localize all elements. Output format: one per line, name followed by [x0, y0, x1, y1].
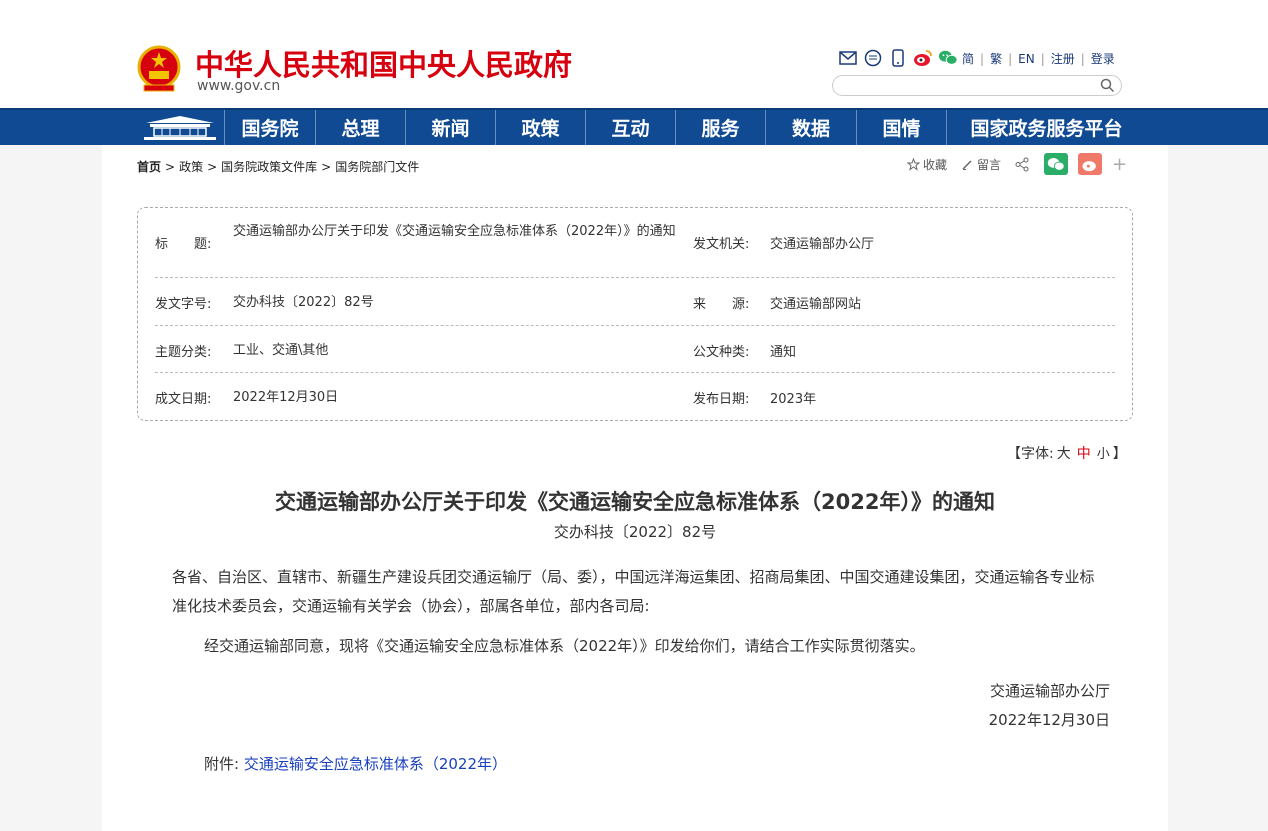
- info-row-topic: 主题分类: 工业、交通\其他 公文种类: 通知: [155, 326, 1115, 373]
- site-header: 中华人民共和国中央人民政府 www.gov.cn 简 | 繁 | EN | 注册…: [0, 0, 1268, 108]
- mail-icon[interactable]: [838, 48, 858, 68]
- nav-item-state-council[interactable]: 国务院: [224, 110, 315, 145]
- breadcrumb-policy[interactable]: 政策: [179, 160, 203, 174]
- lang-simplified-link[interactable]: 简: [962, 50, 974, 67]
- document-title: 交通运输部办公厅关于印发《交通运输安全应急标准体系（2022年）》的通知: [275, 490, 995, 514]
- more-share-icon[interactable]: +: [1112, 154, 1127, 175]
- source-value: 交通运输部网站: [770, 297, 862, 312]
- share-wechat-button[interactable]: [1044, 153, 1069, 175]
- share-weibo-button[interactable]: [1078, 153, 1103, 175]
- favorite-button[interactable]: 收藏: [907, 156, 947, 173]
- published-value: 2023年: [770, 392, 817, 407]
- info-row-docno: 发文字号: 交办科技〔2022〕82号 来 源: 交通运输部网站: [155, 278, 1115, 326]
- wechat-icon[interactable]: [938, 48, 958, 68]
- mobile-icon[interactable]: [888, 48, 908, 68]
- title-label: 标 题:: [155, 237, 212, 252]
- document-body: 经交通运输部同意，现将《交通运输安全应急标准体系（2022年）》印发给你们，请结…: [204, 637, 925, 655]
- nav-item-national-info[interactable]: 国情: [856, 110, 946, 145]
- created-label: 成文日期:: [155, 392, 212, 407]
- breadcrumb-department-docs[interactable]: 国务院部门文件: [335, 160, 419, 174]
- info-row-title: 标 题: 交通运输部办公厅关于印发《交通运输安全应急标准体系（2022年）》的通…: [155, 208, 1115, 278]
- login-link[interactable]: 登录: [1091, 50, 1115, 67]
- breadcrumb-separator: >: [321, 160, 332, 174]
- issuer-label: 发文机关:: [693, 237, 750, 252]
- attachment-label: 附件:: [204, 755, 240, 773]
- breadcrumb-home[interactable]: 首页: [137, 160, 161, 174]
- breadcrumb: 首页 > 政策 > 国务院政策文件库 > 国务院部门文件: [137, 158, 419, 175]
- breadcrumb-separator: >: [165, 160, 176, 174]
- top-icons: [838, 47, 958, 69]
- font-size-small[interactable]: 小: [1097, 447, 1110, 462]
- lang-english-link[interactable]: EN: [1018, 52, 1035, 66]
- lang-traditional-link[interactable]: 繁: [990, 50, 1002, 67]
- font-size-suffix: 】: [1112, 446, 1127, 462]
- divider: |: [1040, 51, 1045, 66]
- font-size-prefix: 【字体:: [1007, 446, 1054, 462]
- weibo-icon: [1082, 160, 1096, 171]
- topic-label: 主题分类:: [155, 345, 212, 360]
- nav-item-gov-service-platform[interactable]: 国家政务服务平台: [946, 110, 1146, 145]
- type-label: 公文种类:: [693, 345, 750, 360]
- divider: |: [1008, 51, 1013, 66]
- comment-button[interactable]: 留言: [961, 156, 1001, 173]
- attachment-link[interactable]: 交通运输安全应急标准体系（2022年）: [244, 755, 507, 773]
- document-number: 交办科技〔2022〕82号: [553, 523, 717, 541]
- main-content: 首页 > 政策 > 国务院政策文件库 > 国务院部门文件 收藏 留言 + 标 题: 交通运输…: [102, 145, 1168, 831]
- document-date: 2022年12月30日: [988, 711, 1110, 729]
- topic-value: 工业、交通\其他: [233, 343, 329, 358]
- document-info-box: 标 题: 交通运输部办公厅关于印发《交通运输安全应急标准体系（2022年）》的通…: [137, 207, 1133, 421]
- nav-item-news[interactable]: 新闻: [405, 110, 495, 145]
- document-addressees: 各省、自治区、直辖市、新疆生产建设兵团交通运输厅（局、委），中国远洋海运集团、招…: [172, 568, 1095, 615]
- attachment: 附件: 交通运输安全应急标准体系（2022年）: [204, 753, 507, 774]
- main-nav: 国务院 总理 新闻 政策 互动 服务 数据 国情 国家政务服务平台: [0, 108, 1268, 145]
- published-label: 发布日期:: [693, 392, 750, 407]
- info-row-dates: 成文日期: 2022年12月30日 发布日期: 2023年: [155, 373, 1115, 420]
- title-value: 交通运输部办公厅关于印发《交通运输安全应急标准体系（2022年）》的通知: [233, 224, 676, 239]
- register-link[interactable]: 注册: [1051, 50, 1075, 67]
- font-size-switcher: 【字体: 大中小】: [1007, 443, 1127, 463]
- share-icon: [1015, 157, 1029, 171]
- national-emblem-icon[interactable]: [136, 45, 182, 93]
- article-tools: 收藏 留言 +: [907, 153, 1127, 175]
- nav-item-interaction[interactable]: 互动: [585, 110, 675, 145]
- document-signer: 交通运输部办公厅: [989, 682, 1110, 700]
- weibo-icon[interactable]: [913, 48, 933, 68]
- nav-item-data[interactable]: 数据: [765, 110, 856, 145]
- divider: |: [1080, 51, 1085, 66]
- type-value: 通知: [770, 345, 797, 360]
- source-label: 来 源:: [693, 297, 750, 312]
- docno-label: 发文字号:: [155, 297, 212, 312]
- nav-item-premier[interactable]: 总理: [315, 110, 405, 145]
- share-button[interactable]: [1015, 157, 1030, 172]
- nav-item-services[interactable]: 服务: [675, 110, 765, 145]
- divider: |: [980, 51, 985, 66]
- search-box: [832, 75, 1122, 97]
- nav-item-policy[interactable]: 政策: [495, 110, 585, 145]
- search-icon[interactable]: [1100, 78, 1115, 93]
- home-building-icon[interactable]: [136, 113, 224, 143]
- star-icon: [907, 157, 920, 171]
- font-size-medium[interactable]: 中: [1077, 446, 1091, 462]
- created-value: 2022年12月30日: [233, 390, 339, 405]
- breadcrumb-policy-library[interactable]: 国务院政策文件库: [221, 160, 317, 174]
- nav-items: 国务院 总理 新闻 政策 互动 服务 数据 国情 国家政务服务平台: [224, 110, 1146, 145]
- breadcrumb-separator: >: [207, 160, 218, 174]
- lang-links: 简 | 繁 | EN | 注册 | 登录: [962, 50, 1115, 67]
- font-size-large[interactable]: 大: [1057, 446, 1071, 462]
- chat-icon[interactable]: [863, 48, 883, 68]
- site-url[interactable]: www.gov.cn: [197, 78, 280, 94]
- issuer-value: 交通运输部办公厅: [770, 237, 875, 252]
- docno-value: 交办科技〔2022〕82号: [233, 295, 374, 310]
- search-input[interactable]: [843, 77, 1103, 97]
- comment-label: 留言: [977, 157, 1002, 172]
- wechat-icon: [1047, 157, 1065, 171]
- favorite-label: 收藏: [923, 157, 948, 172]
- pencil-icon: [962, 159, 972, 170]
